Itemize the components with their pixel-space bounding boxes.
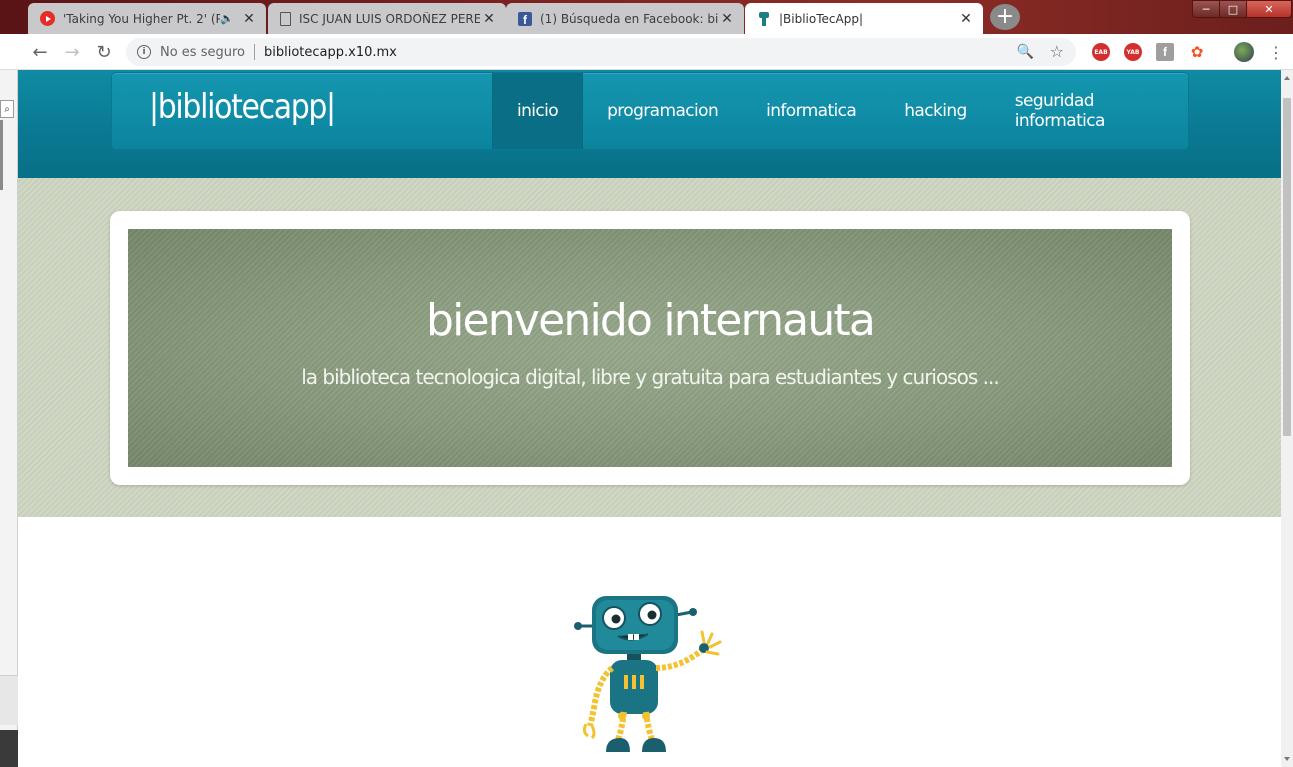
security-label[interactable]: No es seguro xyxy=(160,45,245,60)
hero-subtitle: la biblioteca tecnologica digital, libre… xyxy=(301,365,999,389)
nav-informatica[interactable]: informatica xyxy=(742,73,880,149)
extension-facebook-icon[interactable]: f xyxy=(1156,43,1174,61)
window-edge xyxy=(0,730,18,767)
tab-bibliotecapp[interactable]: |BiblioTecApp| ✕ xyxy=(745,3,983,34)
site-navbar: |bibliotecapp| inicio programacion infor… xyxy=(111,72,1189,150)
extension-yab-icon[interactable]: YAB xyxy=(1124,43,1142,61)
address-bar[interactable]: i No es seguro bibliotecapp.x10.mx 🔍 ☆ xyxy=(126,38,1076,66)
facebook-icon: f xyxy=(518,11,532,26)
tab-title: |BiblioTecApp| xyxy=(779,11,863,26)
divider xyxy=(254,44,255,60)
extension-eab-icon[interactable]: EAB xyxy=(1092,43,1110,61)
robot-mascot-image xyxy=(574,596,722,752)
hero-card: bienvenido internauta la biblioteca tecn… xyxy=(110,211,1190,485)
profile-avatar[interactable] xyxy=(1234,42,1254,62)
close-tab-icon[interactable]: ✕ xyxy=(240,10,258,28)
hero-banner: bienvenido internauta la biblioteca tecn… xyxy=(128,229,1172,467)
browser-menu-icon[interactable]: ⋮ xyxy=(1268,43,1284,62)
speaker-icon[interactable]: 🔈 xyxy=(220,12,234,25)
close-tab-icon[interactable]: ✕ xyxy=(480,10,498,28)
scrollbar-thumb[interactable] xyxy=(1283,98,1291,436)
forward-icon[interactable]: → xyxy=(60,40,84,64)
browser-toolbar: ← → ↻ i No es seguro bibliotecapp.x10.mx… xyxy=(0,34,1293,70)
window-edge xyxy=(0,120,3,190)
extension-fire-icon[interactable]: ✿ xyxy=(1188,43,1206,61)
tab-title: 'Taking You Higher Pt. 2' (Pro xyxy=(63,11,221,26)
bookmark-star-icon[interactable]: ☆ xyxy=(1050,42,1064,61)
close-tab-icon[interactable]: ✕ xyxy=(957,10,975,28)
web-page: |bibliotecapp| inicio programacion infor… xyxy=(18,70,1281,767)
close-tab-icon[interactable]: ✕ xyxy=(718,10,736,28)
tab-strip: 'Taking You Higher Pt. 2' (Pro 🔈 ✕ ISC J… xyxy=(0,0,1293,34)
reload-icon[interactable]: ↻ xyxy=(92,40,116,64)
nav-hacking[interactable]: hacking xyxy=(880,73,990,149)
new-tab-button[interactable]: + xyxy=(990,4,1020,30)
hero-section: bienvenido internauta la biblioteca tecn… xyxy=(18,178,1281,517)
back-icon[interactable]: ← xyxy=(28,40,52,64)
site-header: |bibliotecapp| inicio programacion infor… xyxy=(18,70,1281,178)
nav-seguridad-informatica[interactable]: seguridad informatica xyxy=(991,73,1188,149)
maximize-window-button[interactable]: □ xyxy=(1219,0,1247,18)
tab-title: ISC JUAN LUIS ORDOÑEZ PEREZ xyxy=(299,11,480,26)
scroll-up-icon[interactable] xyxy=(1284,76,1290,80)
nav-inicio[interactable]: inicio xyxy=(492,73,584,149)
close-window-button[interactable]: ✕ xyxy=(1246,0,1292,18)
tab-document[interactable]: ISC JUAN LUIS ORDOÑEZ PEREZ ✕ xyxy=(268,3,506,34)
main-menu: inicio programacion informatica hacking … xyxy=(492,73,1188,149)
site-brand[interactable]: |bibliotecapp| xyxy=(149,87,336,127)
url-text[interactable]: bibliotecapp.x10.mx xyxy=(264,45,397,60)
page-scrollbar[interactable] xyxy=(1281,70,1293,767)
hero-title: bienvenido internauta xyxy=(425,295,876,346)
info-icon[interactable]: i xyxy=(137,45,151,59)
window-edge xyxy=(0,675,18,725)
tab-title: (1) Búsqueda en Facebook: biblio xyxy=(540,11,718,26)
minimize-window-button[interactable]: ─ xyxy=(1192,0,1220,18)
tab-youtube[interactable]: 'Taking You Higher Pt. 2' (Pro 🔈 ✕ xyxy=(28,3,266,34)
background-window-sliver: ⌕ xyxy=(0,70,18,767)
zoom-icon[interactable]: 🔍 xyxy=(1017,44,1034,60)
youtube-icon xyxy=(40,11,55,26)
robot-icon xyxy=(757,11,771,26)
nav-programacion[interactable]: programacion xyxy=(583,73,742,149)
document-icon xyxy=(280,11,291,26)
tab-facebook[interactable]: f (1) Búsqueda en Facebook: biblio ✕ xyxy=(506,3,744,34)
search-icon: ⌕ xyxy=(0,100,14,118)
scroll-down-icon[interactable] xyxy=(1284,757,1290,761)
